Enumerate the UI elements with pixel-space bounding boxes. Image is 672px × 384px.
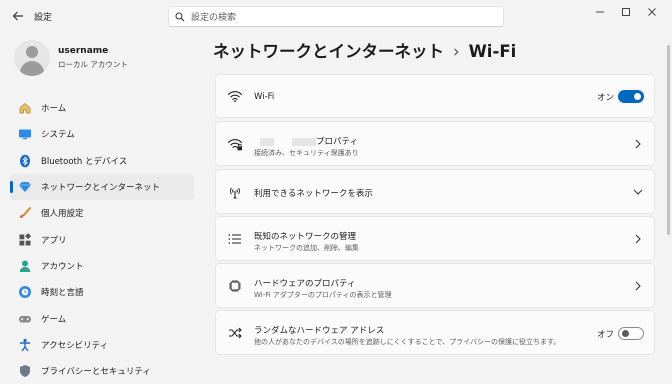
sidebar-item-accounts[interactable]: アカウント	[10, 253, 194, 279]
chevron-right-icon	[632, 280, 644, 292]
wifi-icon	[226, 87, 244, 105]
home-icon	[17, 100, 33, 116]
app-title: 設定	[34, 13, 53, 23]
wifi-toggle-label: オン	[597, 93, 615, 103]
back-arrow-icon[interactable]	[8, 6, 28, 26]
available-networks-card[interactable]: 利用できるネットワークを表示	[215, 169, 655, 214]
redacted-ssid	[292, 137, 316, 146]
accessibility-icon	[17, 337, 33, 353]
wifi-toggle[interactable]	[618, 90, 644, 103]
shuffle-icon	[226, 324, 244, 342]
chevron-right-icon	[632, 233, 644, 245]
account-type: ローカル アカウント	[58, 60, 128, 69]
hardware-properties-card[interactable]: ハードウェアのプロパティ Wi-Fi アダプターのプロパティの表示と管理	[215, 263, 655, 308]
search-input[interactable]: 設定の検索	[168, 6, 504, 27]
sidebar-item-bluetooth[interactable]: Bluetooth とデバイス	[10, 148, 194, 174]
breadcrumb-separator: ›	[453, 42, 460, 61]
page-title: Wi-Fi	[468, 42, 517, 61]
known-networks-subtitle: ネットワークの追加、削除、編集	[254, 244, 359, 252]
close-button[interactable]	[640, 4, 664, 20]
minimize-button[interactable]	[588, 4, 612, 20]
account-icon	[17, 258, 33, 274]
list-icon	[226, 230, 244, 248]
scrollbar[interactable]	[667, 45, 670, 235]
breadcrumb-parent[interactable]: ネットワークとインターネット	[213, 42, 444, 61]
random-address-toggle[interactable]	[618, 327, 644, 340]
wifi-properties-card[interactable]: プロパティ 接続済み、セキュリティ保護あり	[215, 121, 655, 166]
random-address-subtitle: 他の人があなたのデバイスの場所を追跡しにくくすることで、プライバシーの保護に役立…	[254, 338, 561, 346]
random-address-card: ランダムなハードウェア アドレス 他の人があなたのデバイスの場所を追跡しにくくす…	[215, 310, 655, 355]
sidebar-item-accessibility[interactable]: アクセシビリティ	[10, 332, 194, 358]
sidebar-item-personalization[interactable]: 個人用設定	[10, 200, 194, 226]
sidebar-item-network[interactable]: ネットワークとインターネット	[10, 173, 194, 201]
paintbrush-icon	[17, 205, 33, 221]
sidebar-item-apps[interactable]: アプリ	[10, 226, 194, 252]
properties-subtitle: 接続済み、セキュリティ保護あり	[254, 149, 359, 157]
gamepad-icon	[17, 311, 33, 327]
available-networks-title: 利用できるネットワークを表示	[254, 189, 373, 199]
sidebar-item-gaming[interactable]: ゲーム	[10, 305, 194, 331]
shield-icon	[17, 363, 33, 379]
breadcrumb: ネットワークとインターネット › Wi-Fi	[213, 38, 516, 62]
redacted-ssid	[260, 137, 274, 146]
title-bar: 設定 設定の検索	[0, 0, 672, 32]
wifi-title: Wi-Fi	[254, 92, 275, 102]
chevron-down-icon	[632, 186, 644, 198]
search-icon	[169, 12, 191, 22]
antenna-icon	[226, 183, 244, 201]
network-diamond-icon	[17, 179, 33, 195]
wifi-toggle-card: Wi-Fi オン	[215, 74, 655, 118]
sidebar-item-home[interactable]: ホーム	[10, 95, 194, 121]
bluetooth-icon	[17, 153, 33, 169]
globe-clock-icon	[17, 284, 33, 300]
random-address-title: ランダムなハードウェア アドレス	[254, 326, 385, 336]
maximize-button[interactable]	[614, 4, 638, 20]
random-toggle-label: オフ	[597, 330, 615, 340]
chevron-right-icon	[632, 138, 644, 150]
wifi-lock-icon	[226, 135, 244, 153]
sidebar-nav: ホーム システム Bluetooth とデバイス ネットワークとインターネット …	[10, 95, 194, 384]
user-profile[interactable]: username ローカル アカウント	[14, 40, 214, 76]
hardware-properties-subtitle: Wi-Fi アダプターのプロパティの表示と管理	[254, 291, 392, 299]
apps-icon	[17, 232, 33, 248]
sidebar-item-time-language[interactable]: 時刻と言語	[10, 279, 194, 305]
sidebar-item-privacy[interactable]: プライバシーとセキュリティ	[10, 358, 194, 384]
sidebar-item-system[interactable]: システム	[10, 121, 194, 147]
known-networks-title: 既知のネットワークの管理	[254, 232, 357, 242]
system-display-icon	[17, 126, 33, 142]
known-networks-card[interactable]: 既知のネットワークの管理 ネットワークの追加、削除、編集	[215, 216, 655, 261]
chip-icon	[226, 277, 244, 295]
avatar	[14, 40, 50, 76]
properties-title: プロパティ	[254, 135, 358, 147]
hardware-properties-title: ハードウェアのプロパティ	[254, 279, 356, 289]
username: username	[58, 46, 109, 56]
search-placeholder: 設定の検索	[191, 13, 237, 23]
